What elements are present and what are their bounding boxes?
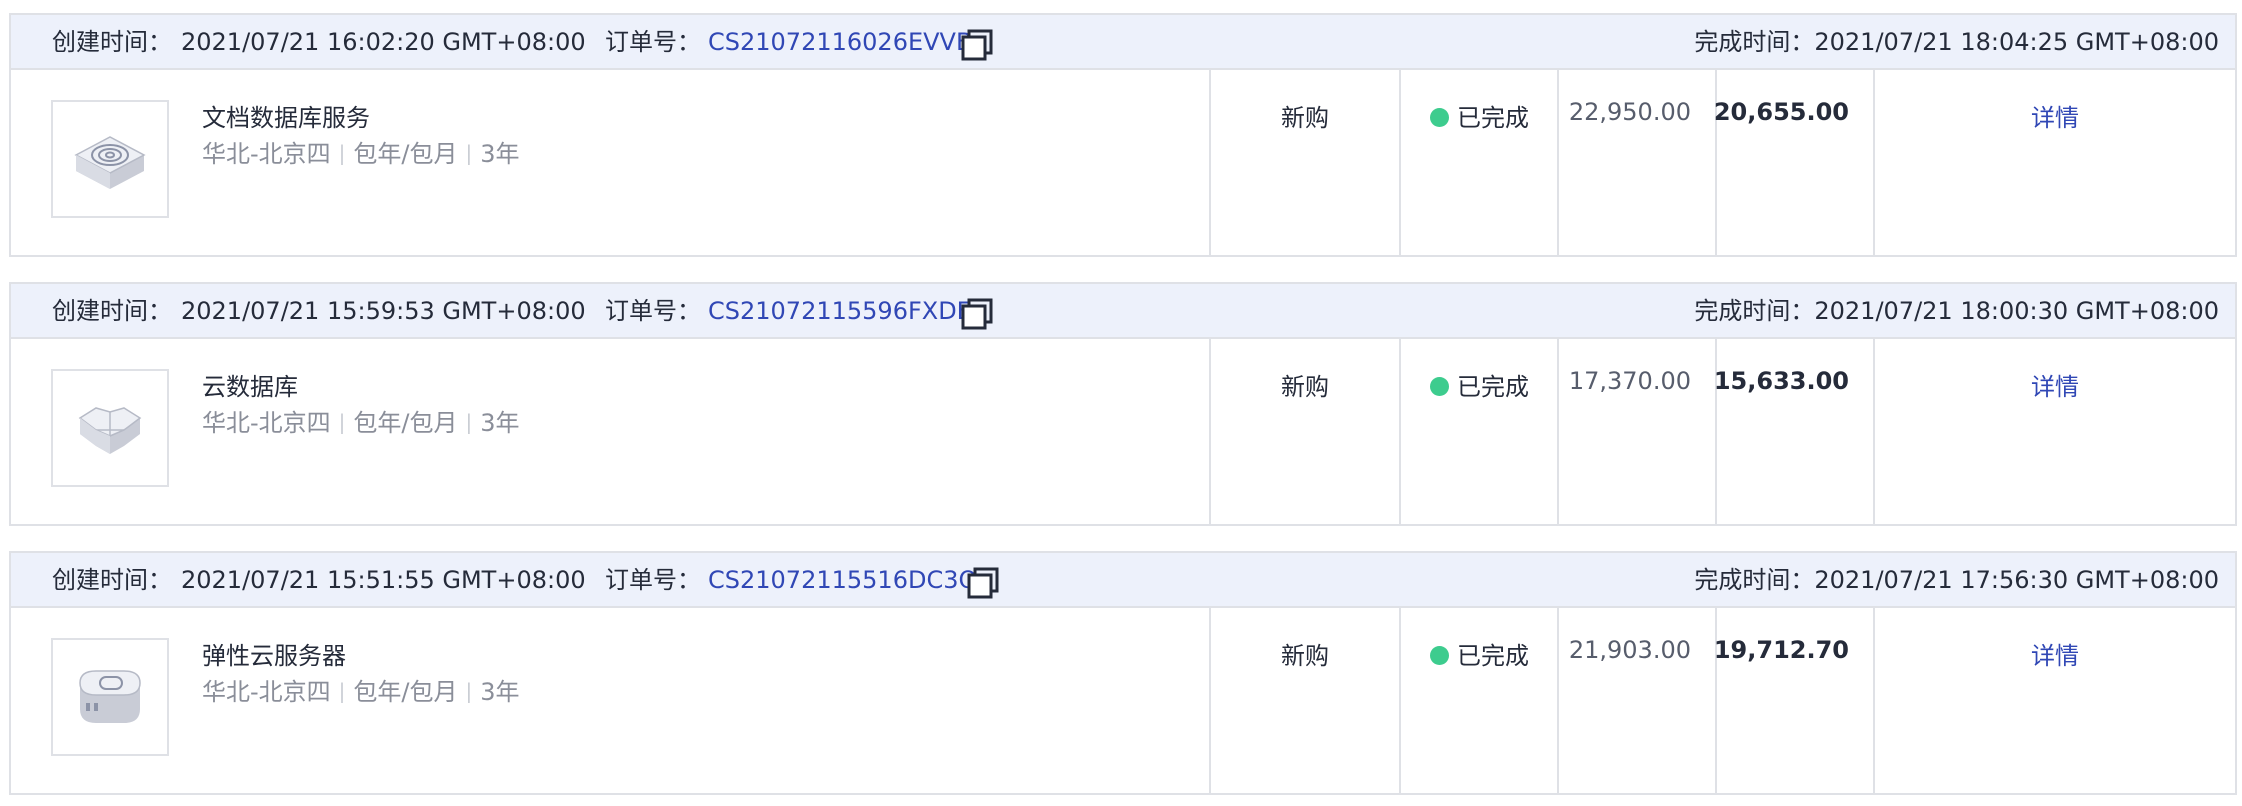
created-time-label: 创建时间： <box>52 28 172 56</box>
action-cell: 详情 <box>1873 608 2235 793</box>
original-price-cell: 22,950.00 <box>1557 70 1715 255</box>
separator: | <box>465 141 473 165</box>
completed-time-label: 完成时间： <box>1694 297 1815 325</box>
paid-price: 20,655.00 <box>1713 98 1849 126</box>
elastic-cloud-server-icon <box>79 670 141 723</box>
paid-price-cell: 15,633.00 <box>1713 339 1873 524</box>
status-badge: 已完成 <box>1430 636 1529 671</box>
status-dot-icon <box>1430 377 1449 396</box>
completed-time-value: 2021/07/21 18:00:30 GMT+08:00 <box>1814 297 2219 325</box>
order-card: 创建时间： 2021/07/21 15:51:55 GMT+08:00 订单号：… <box>9 551 2237 795</box>
product-spec: 华北-北京四 | 包年/包月 | 3年 <box>202 672 520 707</box>
paid-price-cell: 19,712.70 <box>1713 608 1873 793</box>
original-price: 21,903.00 <box>1568 636 1691 664</box>
order-number-label: 订单号： <box>605 297 701 325</box>
order-header: 创建时间： 2021/07/21 15:59:53 GMT+08:00 订单号：… <box>11 284 2235 339</box>
billing-mode: 包年/包月 <box>353 409 458 437</box>
action-cell: 详情 <box>1873 339 2235 524</box>
order-number[interactable]: CS21072116026EVVB <box>708 15 972 70</box>
separator: | <box>465 410 473 434</box>
completed-time-value: 2021/07/21 18:04:25 GMT+08:00 <box>1814 28 2219 56</box>
duration: 3年 <box>480 140 520 168</box>
original-price: 22,950.00 <box>1568 98 1691 126</box>
separator: | <box>465 679 473 703</box>
status-dot-icon <box>1430 646 1449 665</box>
paid-price: 19,712.70 <box>1713 636 1849 664</box>
detail-link[interactable]: 详情 <box>1875 367 2235 402</box>
status-badge: 已完成 <box>1430 367 1529 402</box>
paid-price: 15,633.00 <box>1713 367 1849 395</box>
order-type: 新购 <box>1281 373 1329 401</box>
status-dot-icon <box>1430 108 1449 127</box>
completed-time-value: 2021/07/21 17:56:30 GMT+08:00 <box>1814 566 2219 594</box>
order-number-label: 订单号： <box>605 566 701 594</box>
action-cell: 详情 <box>1873 70 2235 255</box>
order-number[interactable]: CS21072115516DC3Q <box>708 553 977 608</box>
product-name: 文档数据库服务 <box>202 104 370 132</box>
status-cell: 已完成 <box>1399 339 1557 524</box>
billing-mode: 包年/包月 <box>353 678 458 706</box>
order-card: 创建时间： 2021/07/21 15:59:53 GMT+08:00 订单号：… <box>9 282 2237 526</box>
order-body: 弹性云服务器 华北-北京四 | 包年/包月 | 3年 新购 已完成 21,903.00 … <box>11 608 2235 793</box>
order-number[interactable]: CS21072115596FXDE <box>708 284 972 339</box>
region: 华北-北京四 <box>202 409 331 437</box>
region: 华北-北京四 <box>202 140 331 168</box>
order-type-cell: 新购 <box>1209 608 1399 793</box>
separator: | <box>338 141 346 165</box>
original-price-cell: 21,903.00 <box>1557 608 1715 793</box>
document-database-icon <box>74 136 146 189</box>
created-time-value: 2021/07/21 15:51:55 GMT+08:00 <box>181 566 586 594</box>
completed-time: 完成时间：2021/07/21 18:00:30 GMT+08:00 <box>1694 284 2219 339</box>
detail-link[interactable]: 详情 <box>1875 636 2235 671</box>
billing-mode: 包年/包月 <box>353 140 458 168</box>
completed-time: 完成时间：2021/07/21 18:04:25 GMT+08:00 <box>1694 15 2219 70</box>
separator: | <box>338 679 346 703</box>
detail-link[interactable]: 详情 <box>1875 98 2235 133</box>
copy-icon[interactable] <box>967 567 999 599</box>
order-card: 创建时间： 2021/07/21 16:02:20 GMT+08:00 订单号：… <box>9 13 2237 257</box>
product-thumbnail <box>51 100 169 218</box>
completed-time-label: 完成时间： <box>1694 566 1815 594</box>
cloud-database-icon <box>78 407 142 454</box>
status-cell: 已完成 <box>1399 70 1557 255</box>
duration: 3年 <box>480 678 520 706</box>
product-spec: 华北-北京四 | 包年/包月 | 3年 <box>202 403 520 438</box>
order-type-cell: 新购 <box>1209 339 1399 524</box>
order-body: 文档数据库服务 华北-北京四 | 包年/包月 | 3年 新购 已完成 22,950.00… <box>11 70 2235 255</box>
product-thumbnail <box>51 369 169 487</box>
separator: | <box>338 410 346 434</box>
product-name: 云数据库 <box>202 373 298 401</box>
product-spec: 华北-北京四 | 包年/包月 | 3年 <box>202 134 520 169</box>
order-body: 云数据库 华北-北京四 | 包年/包月 | 3年 新购 已完成 17,370.00 15… <box>11 339 2235 524</box>
created-time-value: 2021/07/21 16:02:20 GMT+08:00 <box>181 28 586 56</box>
region: 华北-北京四 <box>202 678 331 706</box>
status-badge: 已完成 <box>1430 98 1529 133</box>
status-text: 已完成 <box>1457 373 1529 401</box>
order-type-cell: 新购 <box>1209 70 1399 255</box>
order-type: 新购 <box>1281 642 1329 670</box>
paid-price-cell: 20,655.00 <box>1713 70 1873 255</box>
original-price-cell: 17,370.00 <box>1557 339 1715 524</box>
order-header: 创建时间： 2021/07/21 16:02:20 GMT+08:00 订单号：… <box>11 15 2235 70</box>
order-number-label: 订单号： <box>605 28 701 56</box>
copy-icon[interactable] <box>961 298 993 330</box>
order-header: 创建时间： 2021/07/21 15:51:55 GMT+08:00 订单号：… <box>11 553 2235 608</box>
copy-icon[interactable] <box>961 29 993 61</box>
duration: 3年 <box>480 409 520 437</box>
product-thumbnail <box>51 638 169 756</box>
status-cell: 已完成 <box>1399 608 1557 793</box>
completed-time: 完成时间：2021/07/21 17:56:30 GMT+08:00 <box>1694 553 2219 608</box>
original-price: 17,370.00 <box>1568 367 1691 395</box>
completed-time-label: 完成时间： <box>1694 28 1815 56</box>
status-text: 已完成 <box>1457 642 1529 670</box>
created-time-label: 创建时间： <box>52 297 172 325</box>
created-time-value: 2021/07/21 15:59:53 GMT+08:00 <box>181 297 586 325</box>
product-name: 弹性云服务器 <box>202 642 346 670</box>
status-text: 已完成 <box>1457 104 1529 132</box>
created-time-label: 创建时间： <box>52 566 172 594</box>
order-type: 新购 <box>1281 104 1329 132</box>
